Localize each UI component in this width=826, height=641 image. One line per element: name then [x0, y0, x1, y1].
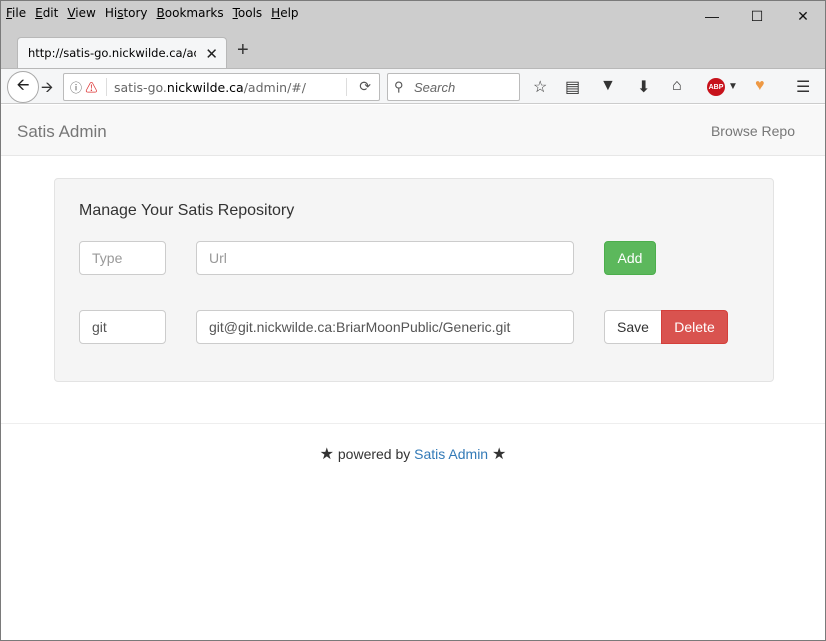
save-button[interactable]: Save	[604, 310, 662, 344]
maximize-icon[interactable]: ☐	[734, 1, 780, 31]
search-box[interactable]: ⚲ Search	[387, 73, 520, 101]
close-tab-icon[interactable]: ✕	[205, 45, 218, 63]
pocket-icon[interactable]: ▼	[600, 77, 616, 95]
address-bar[interactable]: ⓘ ⚠ satis-go.nickwilde.ca/admin/#/ ⟳	[63, 73, 380, 101]
menu-help[interactable]: Help	[271, 6, 298, 20]
minimize-icon[interactable]: —	[689, 1, 735, 31]
adblock-icon[interactable]: ABP	[707, 78, 725, 96]
back-icon[interactable]: 🡨	[7, 71, 39, 103]
forward-icon[interactable]: 🡪	[41, 77, 53, 102]
browse-repo-link[interactable]: Browse Repo	[711, 123, 795, 139]
menu-view[interactable]: View	[67, 6, 95, 20]
add-button[interactable]: Add	[604, 241, 656, 275]
site-info-icon[interactable]: ⓘ ⚠	[70, 79, 97, 96]
downloads-icon[interactable]: ⬇	[637, 77, 650, 97]
browser-window: File Edit View History Bookmarks Tools H…	[0, 0, 826, 641]
repo-url-input[interactable]: git@git.nickwilde.ca:BriarMoonPublic/Gen…	[196, 310, 574, 344]
delete-button[interactable]: Delete	[661, 310, 728, 344]
title-bar: File Edit View History Bookmarks Tools H…	[1, 1, 825, 71]
reading-list-icon[interactable]: ▤	[565, 77, 580, 97]
menu-edit[interactable]: Edit	[35, 6, 58, 20]
url-text[interactable]: satis-go.nickwilde.ca/admin/#/	[114, 80, 306, 95]
reload-icon[interactable]: ⟳	[359, 78, 371, 95]
new-url-input[interactable]: Url	[196, 241, 574, 275]
extension-heart-icon[interactable]: ♥	[755, 77, 765, 95]
star-icon: ★	[492, 446, 507, 463]
adblock-dropdown-icon[interactable]: ▼	[728, 81, 738, 92]
app-brand[interactable]: Satis Admin	[17, 122, 107, 142]
menu-file[interactable]: File	[6, 6, 26, 20]
menu-bar: File Edit View History Bookmarks Tools H…	[1, 1, 308, 25]
home-icon[interactable]: ⌂	[672, 77, 682, 95]
manage-panel: Manage Your Satis Repository Type Url Ad…	[54, 178, 774, 382]
tab-title: http://satis-go.nickwilde.ca/admin/#/	[28, 46, 196, 60]
satis-admin-link[interactable]: Satis Admin	[414, 446, 488, 462]
search-placeholder: Search	[414, 80, 456, 95]
footer-text: powered by	[337, 446, 411, 462]
menu-tools[interactable]: Tools	[233, 6, 263, 20]
reload-divider	[346, 78, 347, 96]
new-type-input[interactable]: Type	[79, 241, 166, 275]
star-icon: ★	[319, 446, 334, 463]
footer-divider	[1, 423, 825, 424]
menu-bookmarks[interactable]: Bookmarks	[157, 6, 224, 20]
repo-type-input[interactable]: git	[79, 310, 166, 344]
navigation-toolbar: 🡨 🡪 ⓘ ⚠ satis-go.nickwilde.ca/admin/#/ ⟳…	[1, 68, 825, 104]
search-icon: ⚲	[394, 79, 404, 94]
footer: ★ powered by Satis Admin ★	[1, 444, 825, 464]
url-divider	[106, 78, 107, 96]
bookmark-star-icon[interactable]: ☆	[533, 77, 547, 97]
hamburger-menu-icon[interactable]: ☰	[796, 77, 810, 97]
panel-title: Manage Your Satis Repository	[79, 202, 295, 219]
app-navbar: Satis Admin Browse Repo	[1, 105, 825, 156]
close-window-icon[interactable]: ✕	[780, 1, 825, 31]
tab-active[interactable]: http://satis-go.nickwilde.ca/admin/#/ ✕	[17, 37, 227, 68]
new-tab-icon[interactable]: +	[237, 39, 249, 62]
menu-history[interactable]: History	[105, 6, 148, 20]
